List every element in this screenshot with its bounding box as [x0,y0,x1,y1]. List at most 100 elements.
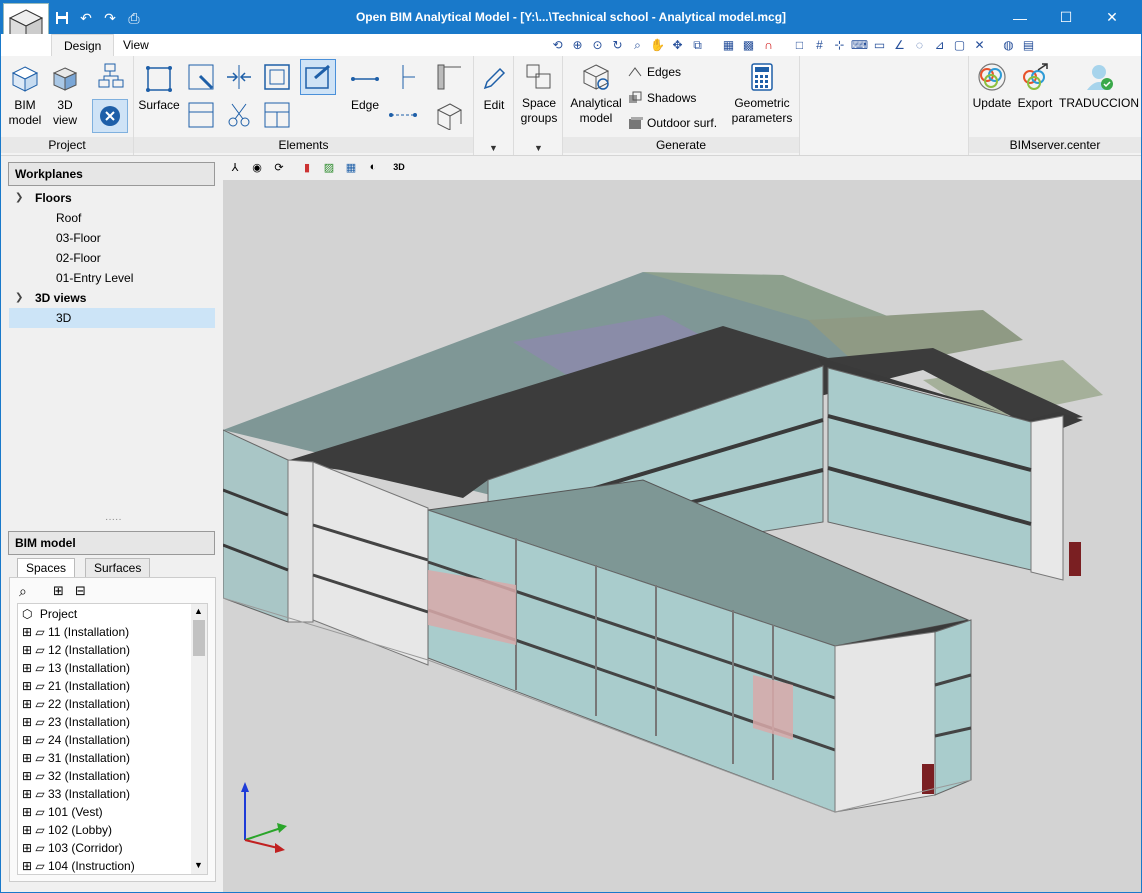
edge-button[interactable]: Edge [346,64,384,113]
scroll-up-icon[interactable]: ▲ [194,606,203,616]
wall-button[interactable] [434,62,464,92]
analytical-model-button[interactable]: Analytical model [565,62,627,126]
expand-icon[interactable]: ⊞ [22,787,32,801]
expand-icon[interactable]: ⊞ [22,679,32,693]
globe-icon[interactable]: ◍ [1000,37,1017,54]
grid-icon[interactable]: ▦ [343,159,359,175]
comment-icon[interactable]: ▢ [951,37,968,54]
user-account-button[interactable]: TRADUCCION [1057,62,1141,111]
orbit-icon[interactable]: ◉ [249,159,265,175]
maximize-button[interactable]: ☐ [1043,1,1089,34]
collapse-icon[interactable]: ❯ [15,288,23,308]
expand-icon[interactable]: ⊞ [22,643,32,657]
close-button[interactable]: ✕ [1089,1,1135,34]
fit-icon[interactable]: ⧉ [689,37,706,54]
floor-item[interactable]: 03-Floor [56,228,101,248]
list-scrollbar[interactable]: ▲ ▼ [191,604,207,874]
select-icon[interactable]: □ [791,37,808,54]
list-item[interactable]: ⊞ ▱ 24 (Installation) [22,731,130,749]
list-item[interactable]: ⊞ ▱ 13 (Installation) [22,659,130,677]
hierarchy-button[interactable] [93,62,129,96]
list-item[interactable]: ⊞ ▱ 31 (Installation) [22,749,130,767]
list-item[interactable]: ⊞ ▱ 22 (Installation) [22,695,130,713]
expand-icon[interactable]: ⊞ [22,751,32,765]
angle-icon[interactable]: ∠ [891,37,908,54]
zoom-window-icon[interactable]: ⊕ [569,37,586,54]
list-root[interactable]: ⬡ Project [22,605,77,623]
surface-split-button[interactable] [186,100,216,130]
view-item-3d[interactable]: 3D [9,308,215,328]
list-item[interactable]: ⊞ ▱ 21 (Installation) [22,677,130,695]
magnet-icon[interactable]: ∩ [760,37,777,54]
save-icon[interactable] [53,9,71,27]
3d-view-button[interactable]: 3D view [47,64,83,128]
list-item[interactable]: ⊞ ▱ 104 (Instruction) [22,857,135,874]
zoom-extents-icon[interactable]: ⊙ [589,37,606,54]
tree-node-floors[interactable]: ❯ Floors [9,188,217,208]
zoom-icon[interactable]: ⌕ [629,37,646,54]
surface-button[interactable]: Surface [138,64,180,113]
list-item[interactable]: ⊞ ▱ 12 (Installation) [22,641,130,659]
bim-model-button[interactable]: BIM model [5,64,45,128]
scale-icon[interactable]: ▭ [871,37,888,54]
list-item[interactable]: ⊞ ▱ 103 (Corridor) [22,839,123,857]
undo-icon[interactable]: ↶ [77,9,95,27]
expand-icon[interactable]: ⊞ [22,625,32,639]
edge-vertical-button[interactable] [388,62,418,92]
expand-icon[interactable]: ⊞ [22,805,32,819]
edit-dropdown-icon[interactable]: ▼ [489,143,498,153]
list-item[interactable]: ⊞ ▱ 33 (Installation) [22,785,130,803]
pan-icon[interactable]: ⟲ [549,37,566,54]
list-item[interactable]: ⊞ ▱ 101 (Vest) [22,803,103,821]
tab-view[interactable]: View [111,34,161,56]
search-icon[interactable]: ⌕ [19,583,27,600]
expand-icon[interactable]: ⊞ [22,733,32,747]
expand-all-icon[interactable]: ⊞ [53,583,64,599]
space-groups-button[interactable]: Space groups [517,62,561,126]
offset-button[interactable] [262,62,292,92]
snap-grid-icon[interactable]: ▦ [720,37,737,54]
refresh-icon[interactable]: ↻ [609,37,626,54]
ortho-icon[interactable]: ⊹ [831,37,848,54]
collapse-icon[interactable]: ❯ [15,188,23,208]
expand-icon[interactable]: ⊞ [22,769,32,783]
floor-item[interactable]: Roof [56,208,81,228]
redo-icon[interactable]: ↷ [101,9,119,27]
expand-icon[interactable]: ⊞ [22,823,32,837]
merge-button[interactable] [224,62,254,92]
scroll-down-icon[interactable]: ▼ [194,860,203,870]
expand-icon[interactable]: ⊞ [22,661,32,675]
hand-icon[interactable]: ✋ [649,37,666,54]
tab-spaces[interactable]: Spaces [17,558,76,578]
list-item[interactable]: ⊞ ▱ 23 (Installation) [22,713,130,731]
edge-horizontal-button[interactable] [388,100,418,130]
circle-icon[interactable]: ◌ [911,37,928,54]
floor-item[interactable]: 01-Entry Level [56,268,133,288]
surface-edit-button[interactable] [186,62,216,92]
expand-icon[interactable]: ⊞ [22,715,32,729]
3d-viewport[interactable] [223,180,1141,892]
edit-surface-button[interactable] [300,59,336,95]
snap-points-icon[interactable]: ▩ [740,37,757,54]
collapse-all-icon[interactable]: ⊟ [75,583,86,599]
delete-button[interactable] [92,99,128,133]
tab-design[interactable]: Design [51,34,115,56]
box-button[interactable] [434,100,464,130]
axes-icon[interactable]: ⅄ [227,159,243,175]
scroll-thumb[interactable] [193,620,205,656]
geometric-parameters-button[interactable]: Geometric parameters [729,62,795,126]
tab-surfaces[interactable]: Surfaces [85,558,151,578]
update-button[interactable]: Update [971,62,1013,111]
shadows-button[interactable]: Shadows [627,90,696,106]
minimize-button[interactable]: — [997,1,1043,34]
rotate-icon[interactable]: ⟳ [271,159,287,175]
measure-icon[interactable]: ⊿ [931,37,948,54]
expand-icon[interactable]: ⊞ [22,841,32,855]
floor-item[interactable]: 02-Floor [56,248,101,268]
list-item[interactable]: ⊞ ▱ 32 (Installation) [22,767,130,785]
layers-icon[interactable]: ▨ [321,159,337,175]
move-icon[interactable]: ✥ [669,37,686,54]
visibility-icon[interactable]: ◐ [365,159,381,175]
cut-button[interactable] [224,100,254,130]
book-icon[interactable]: ▤ [1020,37,1037,54]
